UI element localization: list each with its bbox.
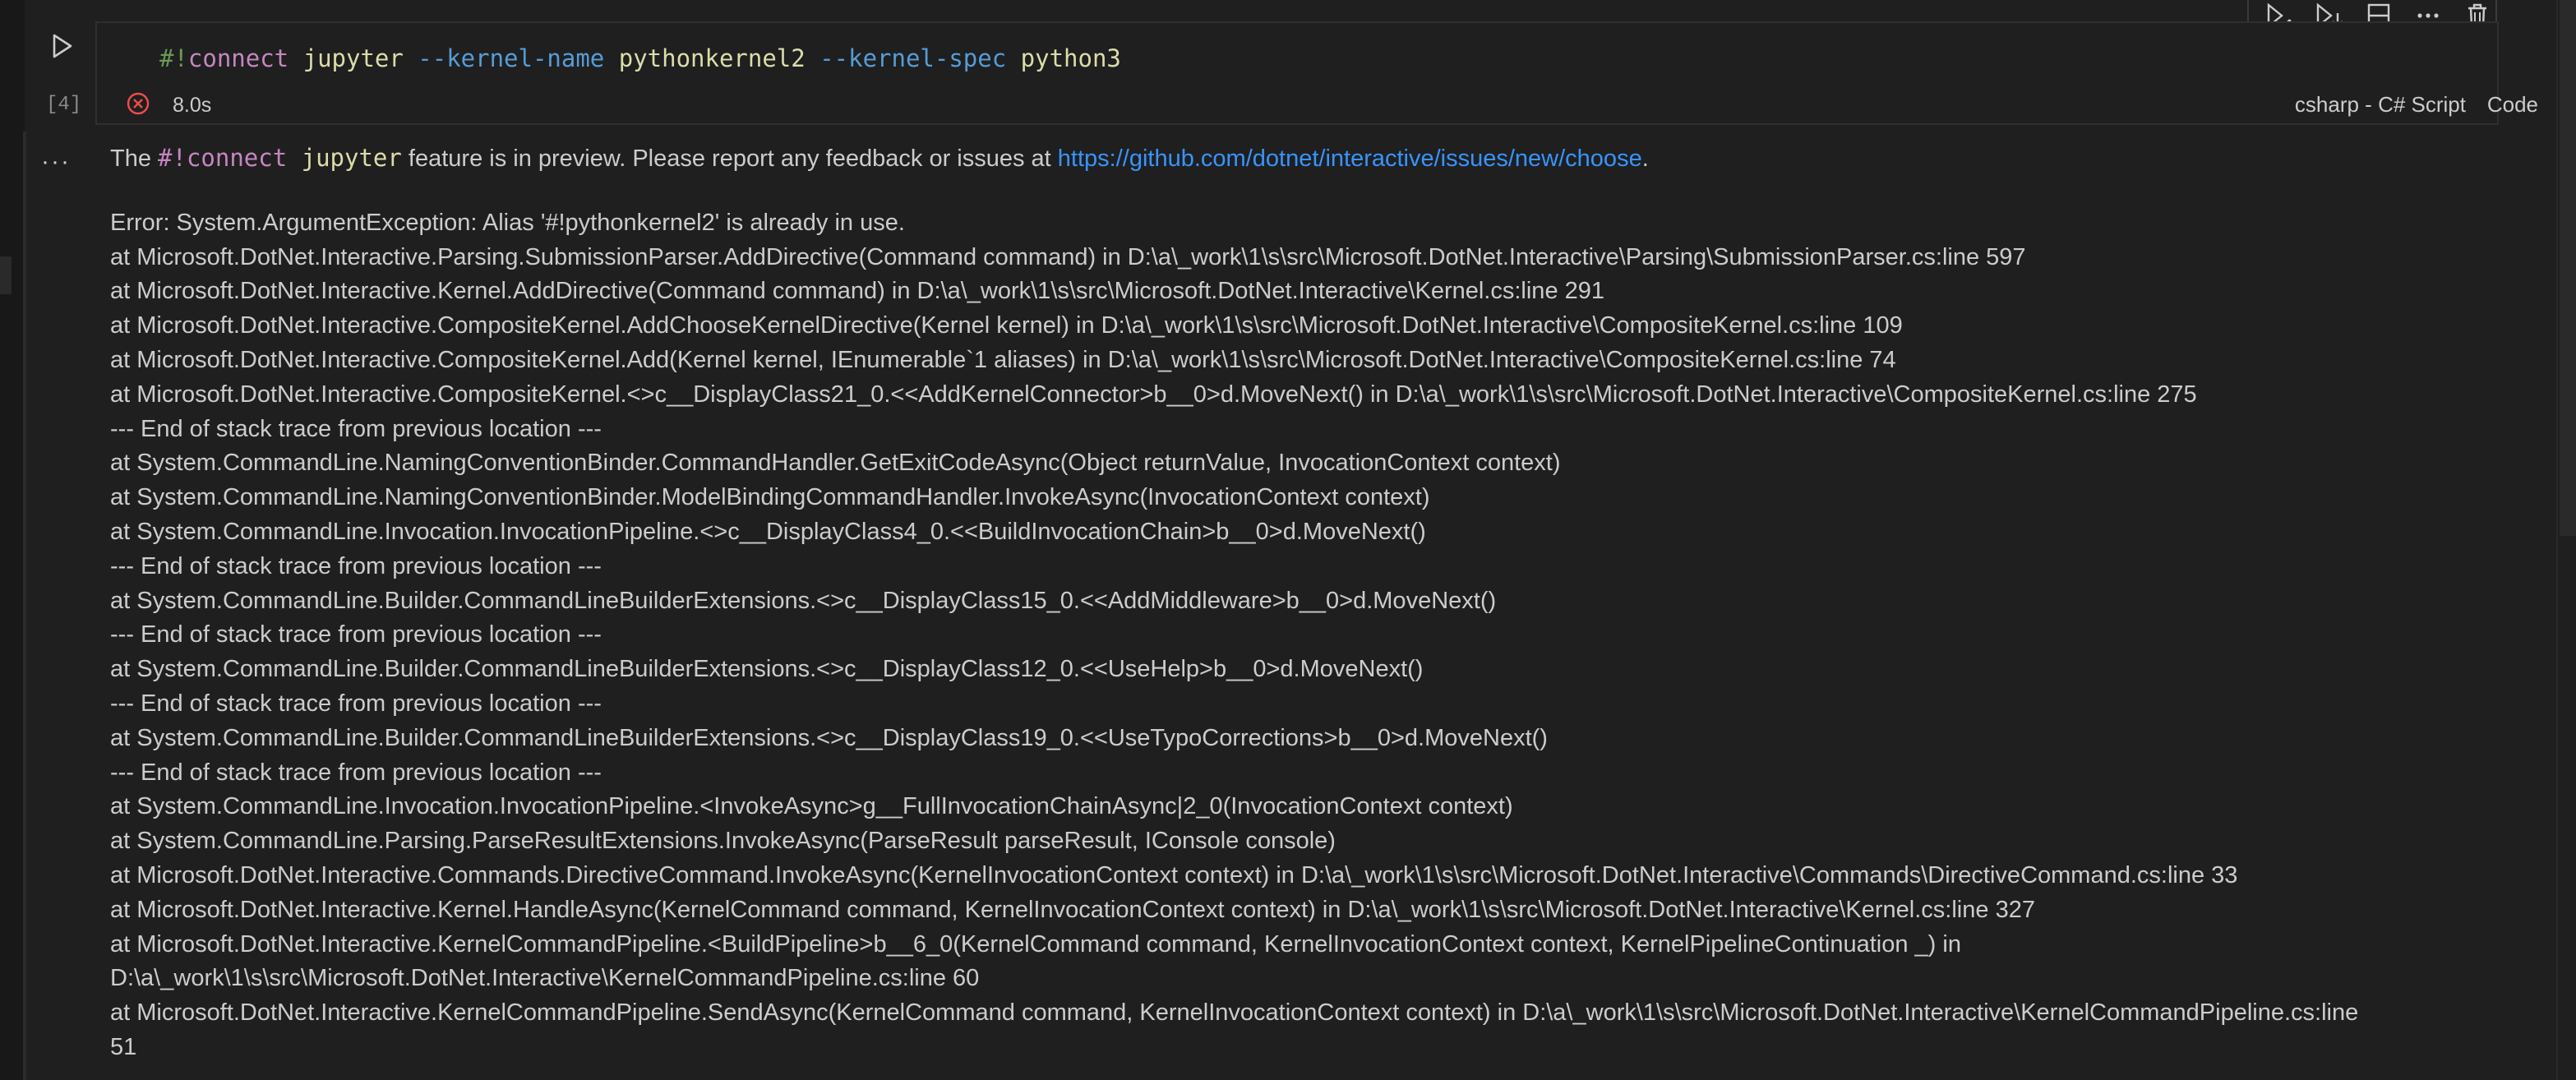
stack-trace-line: at System.CommandLine.Invocation.Invocat… [110,518,1426,545]
stack-trace-line: --- End of stack trace from previous loc… [110,690,602,717]
cell-kind-label[interactable]: Code [2487,92,2538,118]
preview-notice: The #!connect jupyter feature is in prev… [110,141,2543,177]
stack-trace-line: at System.CommandLine.Builder.CommandLin… [110,656,1424,683]
stack-trace-line: at System.CommandLine.NamingConventionBi… [110,484,1430,511]
issues-link[interactable]: https://github.com/dotnet/interactive/is… [1058,145,1642,172]
preview-code: #!connect jupyter [158,144,402,172]
stack-trace-line: --- End of stack trace from previous loc… [110,621,602,648]
execution-count: [4] [46,94,82,116]
code-token-hash: #! [159,44,188,72]
stack-trace-line: at Microsoft.DotNet.Interactive.Composit… [110,312,1903,339]
scrollbar-thumb[interactable] [2560,0,2576,536]
output-more-actions-icon[interactable]: ··· [41,148,71,176]
gutter-indicator [0,256,12,294]
code-cell[interactable] [95,21,2499,125]
preview-middle: feature is in preview. Please report any… [401,145,1058,172]
vertical-scrollbar[interactable] [2556,0,2576,1080]
stack-trace: Error: System.ArgumentException: Alias '… [110,206,2543,1065]
code-token-target: jupyter [302,44,404,72]
stack-trace-line: --- End of stack trace from previous loc… [110,552,602,579]
code-token-option: --kernel-spec [819,44,1007,72]
stack-trace-line: at System.CommandLine.Invocation.Invocat… [110,793,1513,820]
stack-trace-line: at Microsoft.DotNet.Interactive.KernelCo… [110,999,2359,1027]
stack-trace-line: at Microsoft.DotNet.Interactive.Parsing.… [110,243,2026,270]
code-token-option: --kernel-name [418,44,605,72]
cell-language-picker[interactable]: csharp - C# Script [2295,92,2466,118]
error-status-icon [125,90,151,117]
code-editor-line[interactable]: #!connect jupyter --kernel-name pythonke… [159,44,1121,72]
left-gutter [0,0,25,1080]
code-token-value: pythonkernel2 [618,44,806,72]
preview-code-text: #!connect jupyter [158,144,402,172]
run-cell-icon[interactable] [46,30,79,62]
stack-trace-line: D:\a\_work\1\s\src\Microsoft.DotNet.Inte… [110,965,980,992]
execution-time: 8.0s [173,94,212,117]
stack-trace-line: at Microsoft.DotNet.Interactive.KernelCo… [110,930,1961,958]
stack-trace-line: at System.CommandLine.Builder.CommandLin… [110,724,1548,751]
preview-suffix: . [1641,145,1649,172]
code-token-keyword: connect [187,44,289,72]
stack-trace-line: at System.CommandLine.Builder.CommandLin… [110,587,1497,614]
stack-trace-line: --- End of stack trace from previous loc… [110,759,602,786]
stack-trace-line: at Microsoft.DotNet.Interactive.Composit… [110,346,1896,373]
stack-trace-line: at Microsoft.DotNet.Interactive.Kernel.A… [110,278,1605,305]
stack-trace-line: at Microsoft.DotNet.Interactive.Kernel.H… [110,896,2035,923]
stack-trace-line: at System.CommandLine.Parsing.ParseResul… [110,828,1336,855]
stack-trace-line: Error: System.ArgumentException: Alias '… [110,209,905,236]
cell-focus-border [23,132,26,1080]
stack-trace-line: at Microsoft.DotNet.Interactive.Commands… [110,861,2238,888]
preview-prefix: The [110,145,159,172]
stack-trace-line: at Microsoft.DotNet.Interactive.Composit… [110,381,2197,408]
code-token-value: python3 [1020,44,1121,72]
cell-output: The #!connect jupyter feature is in prev… [110,141,2543,1065]
stack-trace-line: --- End of stack trace from previous loc… [110,415,602,442]
stack-trace-line: at System.CommandLine.NamingConventionBi… [110,450,1561,477]
stack-trace-line: 51 [110,1033,137,1060]
